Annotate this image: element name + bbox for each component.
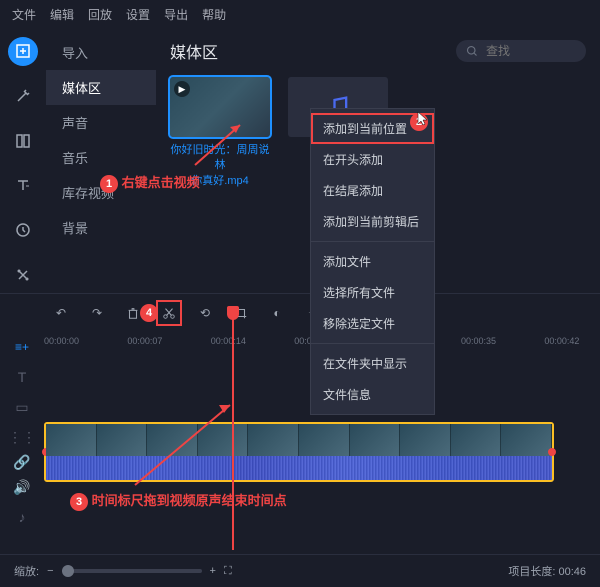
menu-playback[interactable]: 回放 (88, 6, 112, 23)
ctx-show-folder[interactable]: 在文件夹中显示 (311, 348, 434, 379)
text-track-icon[interactable]: T (0, 362, 44, 392)
sidebar: 导入 媒体区 声音 音乐 库存视频 背景 (46, 29, 156, 289)
left-toolbar (0, 29, 46, 289)
tools-tool[interactable] (8, 260, 38, 289)
audio-waveform (46, 456, 552, 480)
video-thumbnails (46, 424, 552, 456)
audiolink-track-icon[interactable]: 🔗 (0, 452, 44, 472)
play-icon: ▶ (174, 81, 190, 97)
search-box[interactable] (456, 40, 586, 62)
annotation-3: 3 时间标尺拖到视频原声结束时间点 (70, 490, 287, 511)
add-media-tool[interactable] (8, 37, 38, 66)
undo-button[interactable]: ↶ (50, 302, 72, 324)
ctx-add-file[interactable]: 添加文件 (311, 246, 434, 277)
zoom-fit-button[interactable]: ⛶ (224, 565, 232, 578)
video-track[interactable] (44, 422, 600, 482)
ctx-add-after[interactable]: 添加到当前剪辑后 (311, 206, 434, 237)
playhead-handle[interactable] (227, 306, 239, 320)
panel-title: 媒体区 (170, 39, 218, 63)
sidebar-item-sound[interactable]: 声音 (46, 105, 156, 140)
music-track-icon[interactable]: ♪ (0, 502, 44, 532)
menubar: 文件 编辑 回放 设置 导出 帮助 (0, 0, 600, 29)
sidebar-item-import[interactable]: 导入 (46, 35, 156, 70)
video-track-icon[interactable]: ⋮⋮ (0, 422, 44, 452)
duration-value: 00:46 (558, 566, 586, 578)
split-tool[interactable] (8, 126, 38, 155)
ruler-tick: 00:00:42 (544, 336, 579, 346)
video-clip[interactable] (44, 422, 554, 482)
sidebar-item-music[interactable]: 音乐 (46, 140, 156, 175)
ruler-tick: 00:00:14 (211, 336, 246, 346)
wand-tool[interactable] (8, 82, 38, 111)
music-track[interactable] (44, 512, 600, 542)
menu-file[interactable]: 文件 (12, 6, 36, 23)
menu-help[interactable]: 帮助 (202, 6, 226, 23)
audio-track-icon[interactable]: 🔊 (0, 472, 44, 502)
timeline-toolbar: ↶ ↷ 4 ⟲ ◐ ✦ ● ≡ (0, 293, 600, 332)
annotation-arrow (190, 120, 250, 170)
menu-edit[interactable]: 编辑 (50, 6, 74, 23)
cursor-icon (416, 110, 432, 126)
timeline-tracks: T ▭ ⋮⋮ 🔗 🔊 ♪ (0, 362, 600, 542)
ctx-select-all[interactable]: 选择所有文件 (311, 277, 434, 308)
context-menu: 添加到当前位置 在开头添加 在结尾添加 添加到当前剪辑后 添加文件 选择所有文件… (310, 108, 435, 415)
annotation-arrow (130, 400, 240, 490)
ctx-separator (311, 241, 434, 242)
search-icon (466, 45, 478, 57)
ctx-add-start[interactable]: 在开头添加 (311, 144, 434, 175)
ctx-remove[interactable]: 移除选定文件 (311, 308, 434, 339)
zoom-label: 缩放: (14, 563, 39, 579)
menu-export[interactable]: 导出 (164, 6, 188, 23)
ruler-tick: 00:00:07 (127, 336, 162, 346)
overlay-track-icon[interactable]: ▭ (0, 392, 44, 422)
text-tool[interactable] (8, 171, 38, 200)
zoom-in-button[interactable]: + (210, 565, 216, 577)
sidebar-item-media[interactable]: 媒体区 (46, 70, 156, 105)
color-button[interactable]: ◐ (266, 302, 288, 324)
ctx-file-info[interactable]: 文件信息 (311, 379, 434, 410)
duration-label: 项目长度: (508, 566, 555, 578)
ctx-add-end[interactable]: 在结尾添加 (311, 175, 434, 206)
menu-settings[interactable]: 设置 (126, 6, 150, 23)
annotation-badge-4: 4 (140, 304, 158, 322)
zoom-out-button[interactable]: − (47, 565, 53, 577)
search-input[interactable] (486, 44, 576, 58)
ruler-tick: 00:00:35 (461, 336, 496, 346)
ruler-tick: 00:00:00 (44, 336, 79, 346)
ctx-separator (311, 343, 434, 344)
zoom-slider[interactable] (62, 569, 202, 573)
track-add-button[interactable]: ≡+ (0, 340, 44, 354)
sidebar-item-background[interactable]: 背景 (46, 210, 156, 245)
footer: 缩放: − + ⛶ 项目长度: 00:46 (0, 554, 600, 587)
annotation-1: 1 右键点击视频 (100, 172, 200, 193)
redo-button[interactable]: ↷ (86, 302, 108, 324)
rotate-button[interactable]: ⟲ (194, 302, 216, 324)
clock-tool[interactable] (8, 216, 38, 245)
cut-button[interactable]: 4 (158, 302, 180, 324)
